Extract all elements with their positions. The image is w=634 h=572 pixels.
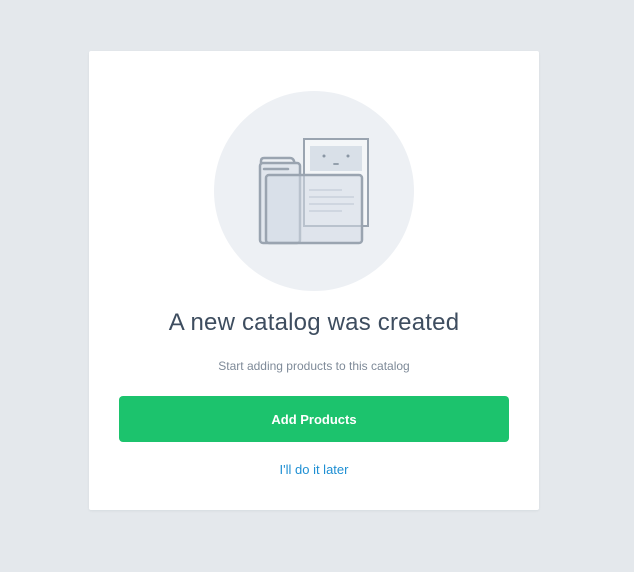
illustration <box>214 91 414 291</box>
illustration-circle <box>214 91 414 291</box>
add-products-button[interactable]: Add Products <box>119 396 509 442</box>
dialog-subtitle: Start adding products to this catalog <box>218 359 410 373</box>
empty-state-card: A new catalog was created Start adding p… <box>89 51 539 510</box>
folder-with-document-icon <box>258 138 369 245</box>
dialog-title: A new catalog was created <box>168 309 460 336</box>
do-it-later-link[interactable]: I'll do it later <box>89 462 539 477</box>
